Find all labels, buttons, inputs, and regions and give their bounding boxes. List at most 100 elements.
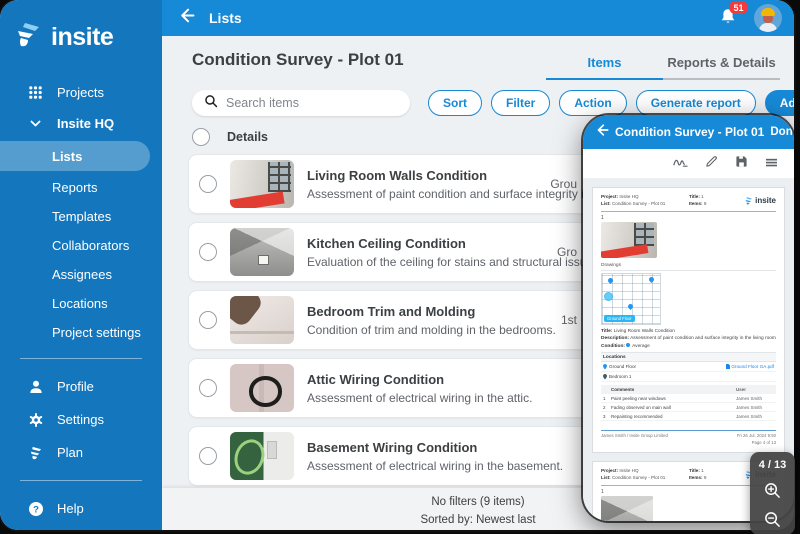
pdf-meta-value: 9 (704, 475, 707, 480)
action-button[interactable]: Action (559, 90, 626, 116)
sidebar-divider (20, 358, 142, 359)
pdf-meta-label: Items: (689, 201, 703, 206)
item-checkbox[interactable] (199, 379, 217, 397)
sidebar-item-help[interactable]: ? Help (0, 492, 162, 525)
sidebar-item-insite-hq[interactable]: Insite HQ (0, 108, 162, 139)
pdf-brand-logo: insite (744, 194, 776, 208)
avatar-art (759, 23, 777, 32)
item-checkbox[interactable] (199, 175, 217, 193)
details-column-header: Details (227, 130, 268, 144)
sidebar-item-templates[interactable]: Templates (0, 202, 162, 231)
pdf-comments-table: Comments User 1 Paint peeling near windo… (601, 385, 776, 421)
location-name: Bedroom 1 (609, 374, 631, 379)
condition-icon (626, 343, 630, 347)
edit-pencil-icon[interactable] (705, 155, 718, 173)
insite-logo-icon (12, 20, 42, 55)
pin-icon (603, 364, 607, 370)
sidebar-item-label: Collaborators (52, 238, 129, 253)
sidebar-item-label: Plan (57, 445, 83, 460)
pdf-meta-label: Project: (601, 468, 618, 473)
hard-hat-icon (761, 8, 775, 16)
help-icon: ? (27, 501, 44, 517)
sidebar-item-label: Projects (57, 85, 104, 100)
item-description: Condition of trim and molding in the bed… (307, 323, 556, 337)
pdf-field-label: Description: (601, 336, 629, 341)
sidebar-item-locations[interactable]: Locations (0, 289, 162, 318)
sidebar-item-profile[interactable]: Profile (0, 370, 162, 403)
save-icon[interactable] (735, 155, 748, 173)
filter-button[interactable]: Filter (491, 90, 550, 116)
plan-floor-chip: Ground Floor (604, 315, 635, 322)
pdf-datetime: Fri 26 Jul, 2024 9:50 (737, 433, 776, 439)
sidebar-item-projects[interactable]: Projects (0, 77, 162, 108)
item-thumbnail (230, 364, 294, 412)
sidebar-item-lists[interactable]: Lists (0, 141, 150, 171)
item-checkbox[interactable] (199, 243, 217, 261)
pdf-drawings-label: Drawings (601, 263, 776, 268)
zoom-in-icon[interactable] (763, 480, 783, 500)
done-button[interactable]: Done (770, 126, 794, 138)
comment-row: 2 Fading observed on main wall James Smi… (601, 403, 776, 412)
screen: insite Projects Insite HQ (0, 0, 800, 534)
pdf-field-label: Title: (601, 329, 612, 334)
sidebar-item-collaborators[interactable]: Collaborators (0, 231, 162, 260)
location-name: Ground Floor (609, 364, 636, 369)
pdf-page-number: Page 4 of 13 (737, 440, 776, 446)
menu-icon[interactable] (765, 155, 778, 173)
pdf-locations-header: Locations (601, 352, 776, 362)
tab-bar: Items Reports & Details (546, 49, 780, 80)
pdf-meta-value: Insite HQ (619, 194, 638, 199)
select-all-checkbox[interactable] (192, 128, 210, 146)
back-icon[interactable] (595, 123, 609, 142)
sidebar-item-label: Lists (52, 149, 82, 164)
item-title: Basement Wiring Condition (307, 440, 563, 455)
user-avatar[interactable] (754, 4, 782, 32)
map-pin (627, 303, 634, 310)
generate-report-button[interactable]: Generate report (636, 90, 756, 116)
item-location: Gro (557, 245, 577, 259)
search-input[interactable] (226, 96, 386, 110)
item-thumbnail (230, 432, 294, 480)
map-pin (648, 276, 655, 283)
zoom-out-icon[interactable] (763, 509, 783, 529)
item-checkbox[interactable] (199, 311, 217, 329)
comment-user: James Smith (736, 396, 774, 401)
gear-icon (27, 412, 44, 428)
sidebar-item-plan[interactable]: Plan (0, 436, 162, 469)
pdf-meta-value: Condition Survey - Plot 01 (612, 201, 665, 206)
sidebar-item-label: Settings (57, 412, 104, 427)
back-icon[interactable] (178, 7, 195, 29)
comment-user: James Smith (736, 414, 774, 419)
search-bar (192, 90, 410, 116)
insite-mark-icon (27, 445, 44, 460)
pdf-location-row: Bedroom 1 (601, 372, 776, 382)
brand-name: insite (51, 23, 113, 52)
sidebar: insite Projects Insite HQ (0, 0, 162, 530)
item-checkbox[interactable] (199, 447, 217, 465)
pdf-meta-value: 1 (701, 194, 704, 199)
sort-button[interactable]: Sort (428, 90, 482, 116)
sidebar-item-settings[interactable]: Settings (0, 403, 162, 436)
tab-items[interactable]: Items (546, 49, 663, 80)
brand-logo: insite (0, 16, 162, 77)
top-bar: Lists 51 (162, 0, 794, 36)
sidebar-item-project-settings[interactable]: Project settings (0, 318, 162, 347)
chevron-down-icon (27, 117, 44, 130)
signature-icon[interactable] (673, 155, 688, 173)
notifications-bell-icon[interactable]: 51 (718, 7, 740, 29)
comment-text: Fading observed on main wall (611, 405, 736, 410)
person-icon (27, 379, 44, 395)
add-items-button[interactable]: Add items (765, 90, 794, 116)
sidebar-item-reports[interactable]: Reports (0, 173, 162, 202)
sidebar-item-label: Templates (52, 209, 111, 224)
sidebar-item-assignees[interactable]: Assignees (0, 260, 162, 289)
pdf-photo-kitchen-ceiling (601, 496, 653, 521)
pdf-brand-name: insite (755, 195, 776, 207)
tab-reports-details[interactable]: Reports & Details (663, 49, 780, 80)
grid-icon (27, 85, 44, 100)
sidebar-item-label: Profile (57, 379, 94, 394)
search-icon (204, 94, 218, 113)
comment-number: 3 (603, 414, 611, 419)
item-title: Bedroom Trim and Molding (307, 304, 556, 319)
pdf-page: Project: Insite HQ List: Condition Surve… (592, 187, 785, 453)
